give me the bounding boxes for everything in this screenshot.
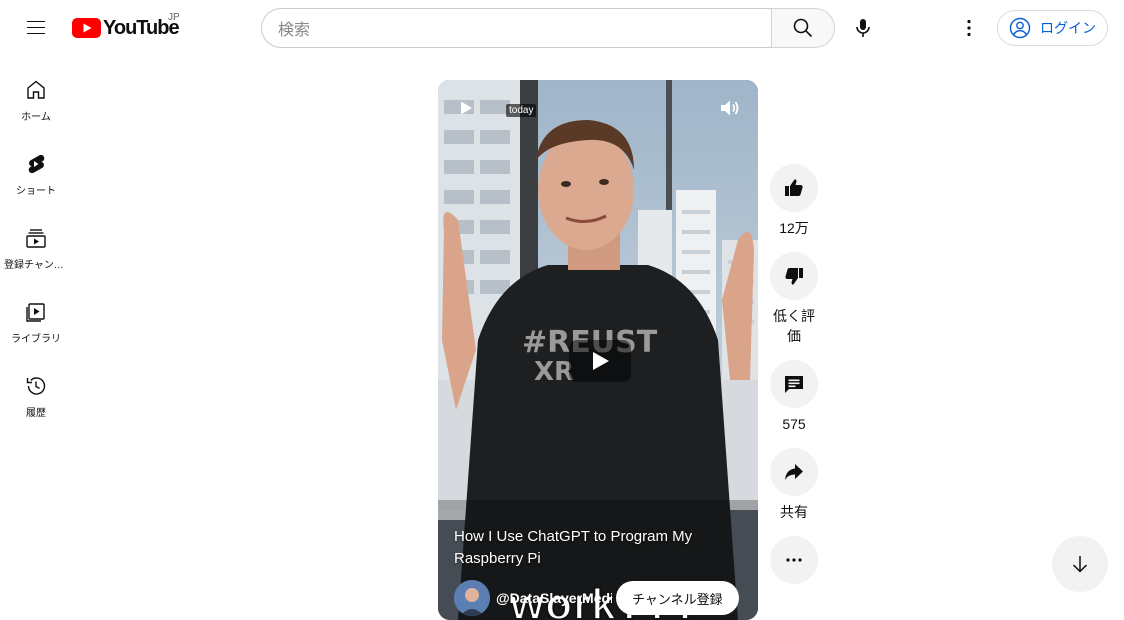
play-icon [593, 352, 609, 370]
search-button[interactable] [771, 8, 835, 48]
thumbs-down-icon [785, 268, 803, 285]
shorts-icon [28, 154, 45, 174]
more-vertical-icon [967, 19, 971, 37]
guide-item-label: 登録チャンネル [4, 260, 68, 271]
account-circle-icon [1009, 17, 1031, 39]
subscriptions-icon [26, 229, 46, 248]
like-action: 12万 [770, 164, 818, 252]
dislike-action: 低く評価 [770, 252, 818, 360]
library-icon [26, 303, 45, 322]
share-icon [785, 464, 803, 480]
guide-item-label: ショート [16, 186, 56, 197]
center-play-button[interactable] [569, 340, 631, 382]
home-icon [27, 80, 45, 99]
share-action: 共有 [770, 448, 818, 536]
guide-item-subscriptions[interactable]: 登録チャンネル [0, 204, 72, 278]
like-count: 12万 [779, 220, 809, 236]
action-bar: 12万 低く評価 575 共有 [770, 164, 818, 584]
channel-name[interactable]: @DataSlayerMedi [496, 590, 612, 606]
guide-menu-button[interactable] [16, 8, 56, 48]
guide-item-label: 履歴 [26, 408, 46, 419]
play-icon[interactable] [458, 100, 474, 116]
country-code: JP [168, 12, 180, 23]
login-label: ログイン [1040, 20, 1096, 36]
guide-item-shorts[interactable]: ショート [0, 130, 72, 204]
next-video-button[interactable] [1052, 536, 1108, 592]
youtube-logo[interactable]: YouTube [72, 14, 180, 42]
history-icon [26, 377, 46, 395]
comment-action: 575 [770, 360, 818, 448]
comment-count: 575 [782, 416, 806, 432]
search-icon [793, 18, 813, 38]
subscribe-label: チャンネル登録 [632, 591, 723, 607]
masthead: YouTube JP 検索 ログイン [0, 0, 1124, 56]
more-actions-button[interactable] [770, 536, 818, 584]
volume-icon[interactable] [718, 96, 742, 120]
hamburger-icon [27, 21, 45, 34]
share-label: 共有 [780, 504, 808, 520]
guide-item-history[interactable]: 履歴 [0, 352, 72, 426]
search-placeholder: 検索 [278, 22, 311, 39]
share-button[interactable] [770, 448, 818, 496]
subscribe-button[interactable]: チャンネル登録 [616, 581, 739, 615]
voice-search-button[interactable] [843, 8, 883, 48]
video-title[interactable]: How I Use ChatGPT to Program My Raspberr… [454, 526, 734, 570]
dislike-label: 低く評価 [773, 308, 815, 344]
dislike-button[interactable] [770, 252, 818, 300]
guide-item-label: ホーム [21, 112, 51, 123]
mini-guide: ホーム ショート 登録チャンネル ライブラリ 履歴 [0, 56, 72, 426]
like-button[interactable] [770, 164, 818, 212]
channel-row: @DataSlayerMedi チャンネル登録 [454, 580, 754, 616]
guide-item-label: ライブラリ [11, 334, 61, 345]
thumbs-up-icon [785, 179, 803, 196]
shorts-player[interactable]: #REUST XR work??? today How I Use ChatGP… [438, 80, 758, 620]
login-button[interactable]: ログイン [997, 10, 1108, 46]
player-top-controls: today [438, 80, 758, 136]
channel-avatar[interactable] [454, 580, 490, 616]
settings-menu-button[interactable] [949, 8, 989, 48]
guide-item-library[interactable]: ライブラリ [0, 278, 72, 352]
guide-item-home[interactable]: ホーム [0, 56, 72, 130]
search-input[interactable]: 検索 [261, 8, 772, 48]
comment-button[interactable] [770, 360, 818, 408]
more-horizontal-icon [786, 558, 802, 562]
more-action [770, 536, 818, 584]
comment-icon [785, 376, 803, 393]
date-badge: today [506, 104, 537, 117]
arrow-down-icon [1072, 556, 1088, 573]
youtube-logo-icon [72, 18, 101, 38]
microphone-icon [856, 19, 870, 37]
